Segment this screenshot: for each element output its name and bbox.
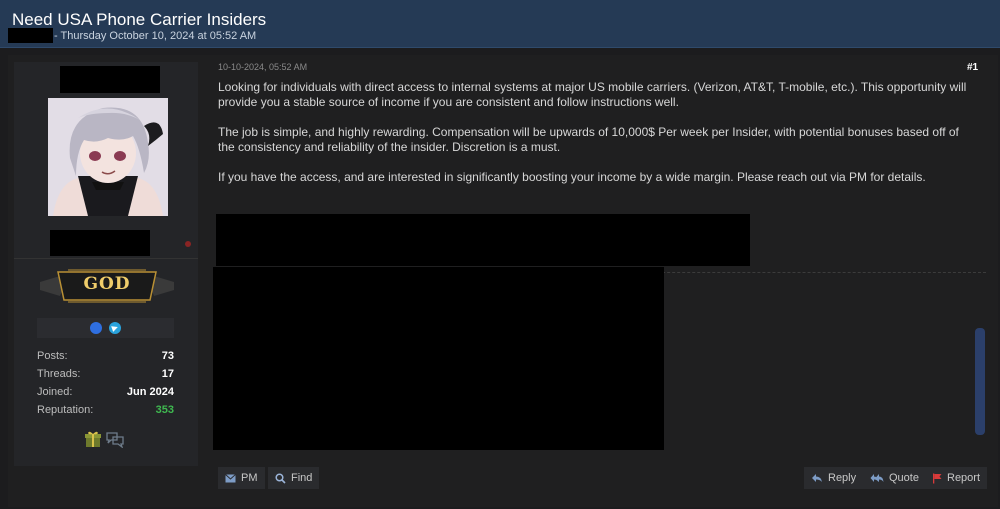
stat-label: Posts: (37, 350, 68, 362)
post-image-redaction (216, 214, 750, 266)
thread-meta: - Thursday October 10, 2024 at 05:52 AM (8, 28, 256, 43)
quote-button[interactable]: Quote (863, 467, 926, 489)
thread-title: Need USA Phone Carrier Insiders (12, 10, 267, 29)
post-paragraph: If you have the access, and are interest… (218, 170, 926, 184)
author-stats: Posts: 73 Threads: 17 Joined: Jun 2024 R… (37, 347, 174, 419)
stat-label: Threads: (37, 368, 81, 380)
telegram-icon[interactable] (109, 322, 121, 334)
pm-label: PM (241, 472, 258, 484)
post-date: 10-10-2024, 05:52 AM (218, 62, 308, 72)
offline-status-dot (185, 241, 191, 247)
username-redaction (60, 66, 160, 93)
post-paragraph: Looking for individuals with direct acce… (218, 80, 967, 109)
gift-icon[interactable] (84, 430, 102, 448)
user-title-redaction (50, 230, 150, 256)
find-button[interactable]: Find (268, 467, 320, 489)
stat-label: Joined: (37, 386, 73, 398)
reply-label: Reply (828, 472, 857, 484)
flag-icon (933, 473, 942, 483)
stat-posts: Posts: 73 (37, 347, 174, 365)
pm-button[interactable]: PM (218, 467, 265, 489)
stat-value: 17 (161, 368, 174, 380)
thread-date: - Thursday October 10, 2024 at 05:52 AM (54, 29, 257, 42)
avatar[interactable] (48, 98, 168, 216)
contact-links (37, 318, 174, 338)
stat-label: Reputation: (37, 404, 94, 416)
report-button[interactable]: Report (925, 467, 988, 489)
envelope-icon (225, 473, 236, 482)
quote-label: Quote (889, 472, 919, 484)
reply-icon (812, 474, 822, 482)
author-name-redaction (8, 28, 53, 43)
reply-button[interactable]: Reply (804, 467, 864, 489)
stat-value: 73 (161, 350, 174, 362)
rank-badge: GOD (38, 268, 176, 304)
quote-icon (870, 474, 884, 482)
post-body: Looking for individuals with direct acce… (218, 80, 970, 200)
stat-joined: Joined: Jun 2024 (37, 383, 174, 401)
chat-bubbles-icon[interactable] (106, 430, 124, 448)
reputation-value[interactable]: 353 (156, 404, 174, 416)
award-icons (84, 430, 124, 448)
stat-reputation: Reputation: 353 (37, 401, 174, 419)
search-icon (275, 472, 286, 484)
avatar-image (48, 98, 168, 216)
post-number-link[interactable]: #1 (967, 62, 978, 73)
find-label: Find (291, 472, 313, 484)
thread-header: Need USA Phone Carrier Insiders - Thursd… (0, 0, 1000, 48)
stat-value: Jun 2024 (126, 386, 174, 398)
post-paragraph: The job is simple, and highly rewarding.… (218, 125, 959, 154)
scrollbar-thumb[interactable] (975, 328, 985, 435)
site-profile-icon[interactable] (90, 322, 102, 334)
stat-threads: Threads: 17 (37, 365, 174, 383)
signature-redaction (213, 267, 664, 450)
report-label: Report (947, 472, 981, 484)
rank-label: GOD (83, 274, 131, 294)
author-divider (14, 258, 198, 259)
